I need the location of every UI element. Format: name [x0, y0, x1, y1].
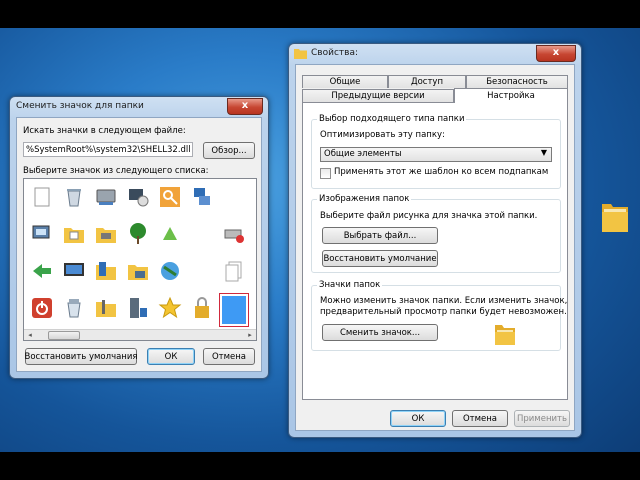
- recycle-bin-icon[interactable]: [62, 185, 86, 209]
- folder-type-group-title: Выбор подходящего типа папки: [317, 114, 467, 124]
- documents-stack-icon[interactable]: [222, 259, 246, 283]
- globe-monitor-icon[interactable]: [158, 259, 182, 283]
- optimize-label: Оптимизировать эту папку:: [320, 130, 445, 140]
- close-button[interactable]: x: [536, 45, 576, 62]
- arrow-green-icon[interactable]: [30, 259, 54, 283]
- tab-page-customize: Выбор подходящего типа папки Оптимизиров…: [302, 102, 568, 400]
- lock-icon[interactable]: [190, 296, 214, 320]
- disk-error-icon[interactable]: [222, 222, 246, 246]
- horizontal-scrollbar[interactable]: ◂ ▸: [24, 329, 256, 340]
- properties-titlebar[interactable]: Свойства: x: [289, 44, 581, 64]
- network-drive-icon[interactable]: [94, 185, 118, 209]
- chevron-down-icon: ▼: [540, 148, 547, 157]
- printer-folder-icon[interactable]: [94, 222, 118, 246]
- folder-pictures-desc: Выберите файл рисунка для значка этой па…: [320, 211, 538, 221]
- computer-settings-icon[interactable]: [30, 222, 54, 246]
- icon-list-label: Выберите значок из следующего списка:: [23, 166, 209, 176]
- folder-preview-icon: [494, 322, 516, 346]
- apply-button[interactable]: Применить: [514, 410, 570, 427]
- cancel-button[interactable]: Отмена: [452, 410, 508, 427]
- icon-file-path-input[interactable]: %SystemRoot%\system32\SHELL32.dll: [23, 142, 193, 157]
- folder-icons-desc-2: предварительный просмотр папки будет нев…: [320, 307, 567, 317]
- power-icon[interactable]: [30, 296, 54, 320]
- folder-icons-desc-1: Можно изменить значок папки. Если измени…: [320, 296, 568, 306]
- optimize-select[interactable]: Общие элементы ▼: [320, 147, 552, 162]
- server-icon[interactable]: [126, 296, 150, 320]
- change-icon-dialog: Сменить значок для папки x Искать значки…: [9, 96, 269, 379]
- star-icon[interactable]: [158, 296, 182, 320]
- close-button[interactable]: x: [227, 98, 263, 115]
- ok-button[interactable]: ОК: [147, 348, 195, 365]
- recycle-bin-full-icon[interactable]: [62, 296, 86, 320]
- tree-icon[interactable]: [126, 222, 150, 246]
- monitor-screen-icon[interactable]: [62, 259, 86, 283]
- scroll-right-arrow[interactable]: ▸: [245, 331, 255, 339]
- properties-dialog: Свойства: x Общие Доступ Безопасность Пр…: [288, 43, 582, 438]
- folder-computer-icon[interactable]: [126, 259, 150, 283]
- folder-documents-icon[interactable]: [62, 222, 86, 246]
- change-icon-titlebar[interactable]: Сменить значок для папки x: [10, 97, 268, 117]
- tab-general[interactable]: Общие: [302, 75, 388, 88]
- tab-customize[interactable]: Настройка: [454, 88, 568, 103]
- icon-list[interactable]: ◂ ▸: [23, 178, 257, 341]
- tools-folder-icon[interactable]: [94, 296, 118, 320]
- scroll-thumb[interactable]: [48, 331, 80, 340]
- tab-security[interactable]: Безопасность: [466, 75, 568, 88]
- tab-sharing[interactable]: Доступ: [388, 75, 466, 88]
- selected-icon-cell[interactable]: [219, 293, 249, 327]
- properties-client: Общие Доступ Безопасность Предыдущие вер…: [295, 64, 575, 431]
- window-title: Сменить значок для папки: [16, 101, 144, 111]
- top-letterbox: [0, 0, 640, 28]
- folder-icons-group: Значки папок Можно изменить значок папки…: [311, 280, 567, 351]
- apply-subfolders-label: Применять этот же шаблон ко всем подпапк…: [334, 167, 549, 177]
- apply-subfolders-checkbox[interactable]: [320, 168, 331, 179]
- search-file-label: Искать значки в следующем файле:: [23, 126, 186, 136]
- blank-document-icon[interactable]: [30, 185, 54, 209]
- folder-type-group: Выбор подходящего типа папки Оптимизиров…: [311, 114, 561, 189]
- folder-title-icon: [294, 49, 307, 59]
- folder-pictures-group-title: Изображения папок: [317, 194, 412, 204]
- browse-button[interactable]: Обзор...: [203, 142, 255, 159]
- icon-grid: [24, 179, 256, 340]
- change-icon-button[interactable]: Сменить значок...: [322, 324, 438, 341]
- restore-default-button[interactable]: Восстановить умолчание: [322, 250, 438, 267]
- bottom-letterbox: [0, 452, 640, 480]
- tab-previous-versions[interactable]: Предыдущие версии: [302, 89, 454, 102]
- folder-icons-group-title: Значки папок: [317, 280, 383, 290]
- ok-button[interactable]: ОК: [390, 410, 446, 427]
- network-computers-icon[interactable]: [190, 185, 214, 209]
- desktop-folder-icon[interactable]: [600, 198, 630, 234]
- key-icon[interactable]: [158, 185, 182, 209]
- selected-blank-icon: [222, 296, 246, 324]
- folder-files-icon[interactable]: [94, 259, 118, 283]
- folder-pictures-group: Изображения папок Выберите файл рисунка …: [311, 194, 561, 273]
- restore-defaults-button[interactable]: Восстановить умолчания: [25, 348, 138, 365]
- recycle-arrow-icon[interactable]: [158, 222, 182, 246]
- window-title: Свойства:: [311, 48, 358, 58]
- change-icon-client: Искать значки в следующем файле: %System…: [16, 117, 262, 372]
- choose-file-button[interactable]: Выбрать файл...: [322, 227, 438, 244]
- cancel-button[interactable]: Отмена: [203, 348, 255, 365]
- monitor-disc-icon[interactable]: [126, 185, 150, 209]
- scroll-left-arrow[interactable]: ◂: [25, 331, 35, 339]
- optimize-select-value: Общие элементы: [324, 149, 402, 159]
- icon-file-path-value: %SystemRoot%\system32\SHELL32.dll: [26, 145, 191, 155]
